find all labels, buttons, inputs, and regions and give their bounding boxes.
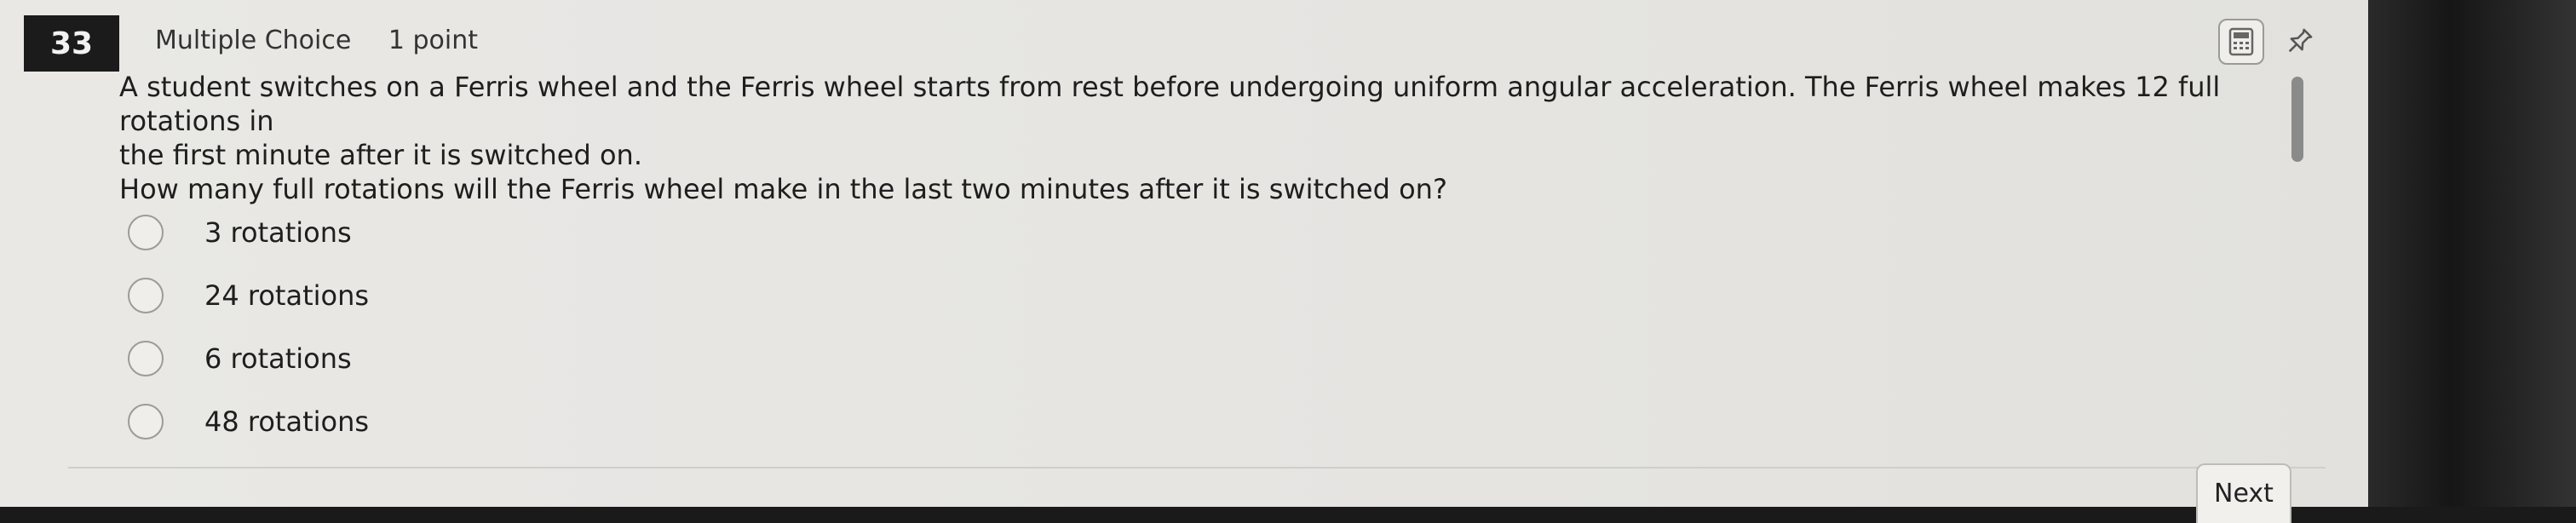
question-stem-line: the first minute after it is switched on…	[119, 139, 642, 171]
question-meta: Multiple Choice 1 point	[155, 26, 507, 55]
option-c[interactable]: 6 rotations	[128, 327, 369, 390]
option-a[interactable]: 3 rotations	[128, 201, 369, 264]
answer-options: 3 rotations 24 rotations 6 rotations 48 …	[128, 201, 369, 453]
pin-icon	[2288, 28, 2313, 53]
next-button-label: Next	[2214, 479, 2274, 509]
question-panel: 33 Multiple Choice 1 point A student swi…	[0, 0, 2368, 523]
question-stem: A student switches on a Ferris wheel and…	[119, 70, 2283, 206]
question-number-badge: 33	[24, 15, 119, 72]
option-b-label: 24 rotations	[204, 279, 370, 312]
option-d-radio[interactable]	[128, 404, 164, 440]
option-d[interactable]: 48 rotations	[128, 390, 369, 453]
pin-button[interactable]	[2280, 22, 2319, 61]
option-b[interactable]: 24 rotations	[128, 264, 369, 327]
option-d-label: 48 rotations	[204, 405, 370, 438]
option-a-radio[interactable]	[128, 215, 164, 250]
question-type: Multiple Choice	[155, 26, 352, 55]
question-points: 1 point	[388, 26, 478, 55]
question-stem-line: A student switches on a Ferris wheel and…	[119, 71, 2221, 137]
calculator-icon	[2228, 27, 2254, 56]
question-tools	[2218, 19, 2319, 65]
calculator-button[interactable]	[2218, 19, 2264, 65]
option-c-label: 6 rotations	[204, 342, 352, 375]
question-prompt: How many full rotations will the Ferris …	[119, 173, 1447, 205]
option-a-label: 3 rotations	[204, 216, 352, 249]
screen-bezel	[2368, 0, 2576, 507]
footer-divider	[68, 467, 2326, 468]
option-c-radio[interactable]	[128, 341, 164, 376]
question-number: 33	[49, 26, 94, 61]
next-button[interactable]: Next	[2196, 463, 2291, 523]
scrollbar-thumb[interactable]	[2291, 77, 2303, 162]
option-b-radio[interactable]	[128, 278, 164, 313]
